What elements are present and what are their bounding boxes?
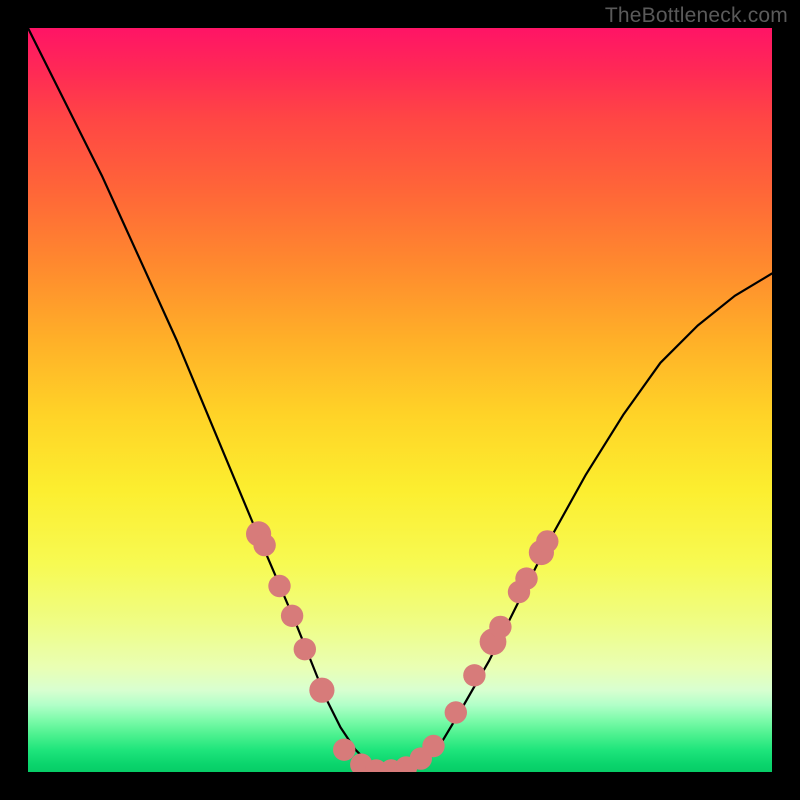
chart-frame: TheBottleneck.com (0, 0, 800, 800)
plot-area (28, 28, 772, 772)
marker-right-cluster (445, 701, 467, 723)
marker-right-cluster (515, 567, 537, 589)
marker-trough (333, 739, 355, 761)
marker-left-cluster (268, 575, 290, 597)
marker-left-cluster (281, 605, 303, 627)
marker-right-cluster (463, 664, 485, 686)
marker-left-cluster (294, 638, 316, 660)
marker-left-cluster (253, 534, 275, 556)
marker-right-cluster (489, 616, 511, 638)
chart-overlay (28, 28, 772, 772)
data-markers (246, 521, 559, 772)
watermark-text: TheBottleneck.com (605, 4, 788, 28)
marker-trough (422, 735, 444, 757)
marker-left-cluster (309, 678, 334, 703)
bottleneck-curve (28, 28, 772, 772)
marker-right-cluster (536, 530, 558, 552)
